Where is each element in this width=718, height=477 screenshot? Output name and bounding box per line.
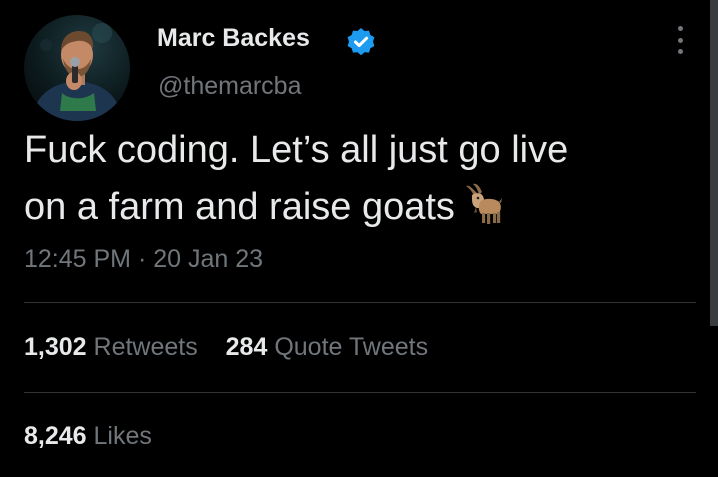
- dot: [677, 37, 683, 43]
- likes-label: Likes: [93, 422, 152, 450]
- likes-stat[interactable]: 8,246 Likes: [24, 422, 152, 451]
- more-options-icon[interactable]: [670, 22, 690, 58]
- tweet-time: 12:45 PM: [24, 245, 132, 273]
- retweets-count: 1,302: [24, 333, 87, 361]
- divider: [24, 392, 696, 393]
- retweets-stat[interactable]: 1,302 Retweets: [24, 333, 205, 361]
- divider: [24, 302, 696, 303]
- dot: [677, 26, 683, 31]
- tweet-card: Marc Backes @themarcba Fuck coding. Let’…: [0, 0, 718, 477]
- verified-badge-icon: [347, 28, 375, 56]
- dot: [677, 49, 683, 54]
- tweet-text: Fuck coding. Let’s all just go live on a…: [24, 122, 674, 236]
- scrollbar[interactable]: [710, 0, 718, 326]
- retweets-label: Retweets: [93, 333, 198, 361]
- tweet-date: 20 Jan 23: [153, 245, 264, 273]
- author-handle[interactable]: @themarcba: [158, 72, 302, 101]
- meta-separator: ·: [137, 245, 147, 273]
- tweet-timestamp[interactable]: 12:45 PM · 20 Jan 23: [24, 245, 263, 274]
- quote-tweets-count: 284: [225, 333, 268, 361]
- goat-icon: [465, 183, 502, 224]
- quote-tweets-stat[interactable]: 284 Quote Tweets: [226, 333, 428, 361]
- quote-tweets-label: Quote Tweets: [274, 333, 429, 361]
- engagement-stats-row: 1,302 Retweets 284 Quote Tweets: [24, 333, 428, 362]
- likes-count: 8,246: [24, 422, 87, 450]
- avatar-image: [32, 23, 122, 121]
- avatar[interactable]: [24, 15, 130, 121]
- author-display-name[interactable]: Marc Backes: [157, 24, 310, 53]
